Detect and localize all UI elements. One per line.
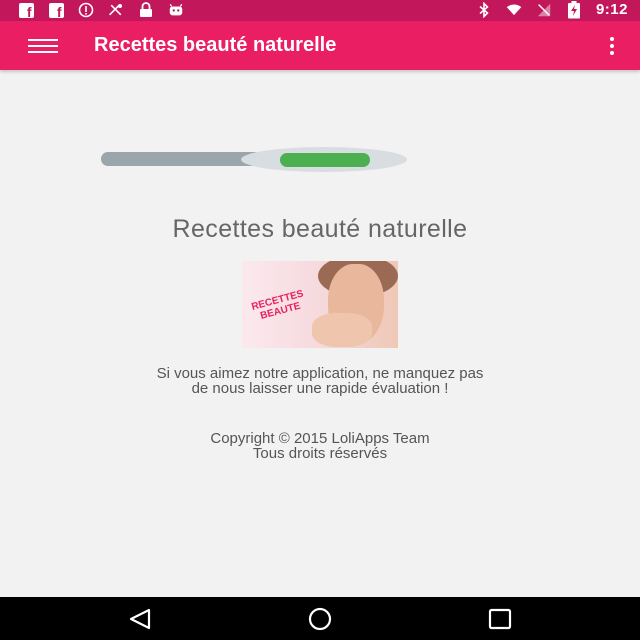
no-signal-tools-icon	[108, 2, 124, 18]
facebook-icon: f	[18, 2, 34, 19]
more-vert-icon[interactable]	[606, 35, 618, 59]
rights-line: Tous droits réservés	[252, 445, 388, 462]
lock-icon	[138, 2, 154, 18]
toggle-thumb-indicator[interactable]	[280, 153, 370, 167]
battery-charging-icon	[566, 0, 582, 18]
bluetooth-icon	[476, 1, 492, 18]
navigation-bar	[0, 597, 640, 640]
system-icons: 9:12	[476, 0, 628, 18]
android-icon	[168, 2, 184, 18]
rate-message-line: Si vous aimez notre application, ne manq…	[156, 365, 484, 382]
copyright-text: Copyright © 2015 LoliApps Team Tous droi…	[60, 431, 580, 461]
facebook-icon: f	[48, 2, 64, 19]
app-logo-image: RECETTES BEAUTE	[242, 261, 398, 348]
home-icon[interactable]	[304, 607, 334, 631]
clock: 9:12	[595, 1, 628, 18]
rate-message: Si vous aimez notre application, ne manq…	[60, 366, 580, 396]
back-icon[interactable]	[125, 607, 155, 631]
recents-icon[interactable]	[485, 607, 515, 631]
copyright-line: Copyright © 2015 LoliApps Team	[210, 430, 430, 447]
info-circle-icon	[78, 2, 94, 18]
app-bar: Recettes beauté naturelle	[0, 21, 640, 70]
no-sim-icon	[536, 2, 552, 18]
app-title: Recettes beauté naturelle	[94, 34, 337, 56]
rate-message-line: de nous laisser une rapide évaluation !	[191, 380, 449, 397]
wifi-icon	[506, 2, 522, 18]
content-title: Recettes beauté naturelle	[172, 215, 468, 243]
image-stamp: RECETTES BEAUTE	[250, 288, 305, 322]
status-bar: f f 9:12	[0, 0, 640, 21]
hamburger-menu-icon[interactable]	[22, 33, 62, 59]
notification-icons: f f	[18, 2, 184, 19]
